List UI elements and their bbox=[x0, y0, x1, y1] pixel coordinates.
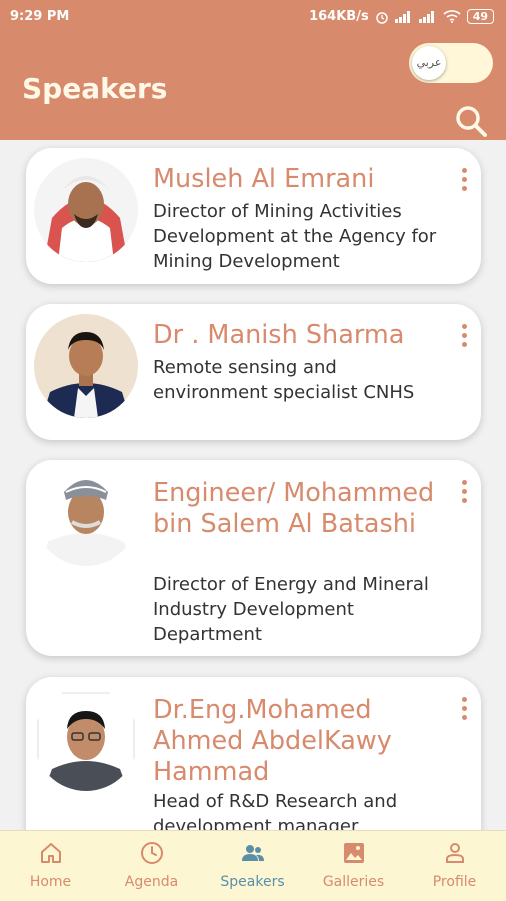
app-bar: Speakers عربي bbox=[0, 34, 506, 140]
speaker-description: Director of Mining Activities Developmen… bbox=[153, 201, 437, 272]
wifi-icon bbox=[443, 10, 461, 23]
bottom-navigation: Home Agenda Speakers Galleries Profile bbox=[0, 830, 506, 901]
page-title: Speakers bbox=[22, 72, 168, 105]
nav-speakers[interactable]: Speakers bbox=[202, 831, 303, 901]
nav-agenda[interactable]: Agenda bbox=[101, 831, 202, 901]
speaker-photo bbox=[34, 158, 138, 262]
language-toggle-knob: عربي bbox=[412, 46, 446, 80]
search-icon[interactable] bbox=[454, 104, 488, 138]
nav-home-label: Home bbox=[29, 874, 72, 890]
person-icon bbox=[445, 843, 464, 863]
people-icon bbox=[241, 845, 264, 861]
alarm-icon bbox=[375, 11, 388, 24]
nav-agenda-label: Agenda bbox=[124, 874, 179, 890]
speaker-description: Head of R&D Research and development man… bbox=[153, 791, 398, 830]
battery-indicator: 49 bbox=[466, 9, 494, 24]
speaker-card[interactable]: Dr.Eng.Mohamed Ahmed AbdelKawy Hammad He… bbox=[26, 677, 481, 830]
speaker-card[interactable]: Musleh Al Emrani Director of Mining Acti… bbox=[26, 148, 481, 284]
speaker-description: Remote sensing and environment specialis… bbox=[153, 357, 415, 403]
more-options-icon[interactable] bbox=[459, 324, 469, 350]
nav-galleries[interactable]: Galleries bbox=[303, 831, 404, 901]
speaker-name: Dr . Manish Sharma bbox=[153, 320, 405, 350]
status-time: 9:29 PM bbox=[10, 9, 70, 24]
speaker-name: Engineer/ Mohammed bin Salem Al Batashi bbox=[153, 478, 435, 539]
nav-profile-label: Profile bbox=[432, 874, 477, 890]
speaker-photo bbox=[34, 687, 138, 791]
speaker-card[interactable]: Dr . Manish Sharma Remote sensing and en… bbox=[26, 304, 481, 440]
status-icons: 164KB/s 49 bbox=[309, 9, 494, 24]
nav-home[interactable]: Home bbox=[0, 831, 101, 901]
speaker-name: Musleh Al Emrani bbox=[153, 164, 375, 194]
speaker-card[interactable]: Engineer/ Mohammed bin Salem Al Batashi … bbox=[26, 460, 481, 656]
more-options-icon[interactable] bbox=[459, 480, 469, 506]
image-icon bbox=[343, 843, 364, 863]
more-options-icon[interactable] bbox=[459, 168, 469, 194]
clock-icon bbox=[140, 842, 163, 864]
nav-speakers-label: Speakers bbox=[220, 874, 285, 890]
status-bar: 9:29 PM 164KB/s 49 bbox=[0, 0, 506, 34]
more-options-icon[interactable] bbox=[459, 697, 469, 723]
network-speed: 164KB/s bbox=[309, 9, 369, 24]
nav-galleries-label: Galleries bbox=[322, 874, 385, 890]
speakers-list[interactable]: Musleh Al Emrani Director of Mining Acti… bbox=[0, 140, 506, 830]
speaker-description: Director of Energy and Mineral Industry … bbox=[153, 574, 429, 645]
language-toggle[interactable]: عربي bbox=[409, 43, 493, 83]
speaker-name: Dr.Eng.Mohamed Ahmed AbdelKawy Hammad bbox=[153, 695, 392, 787]
signal-icon-2 bbox=[418, 10, 434, 23]
nav-profile[interactable]: Profile bbox=[404, 831, 505, 901]
speaker-photo bbox=[34, 314, 138, 418]
speaker-photo bbox=[34, 462, 138, 566]
home-icon bbox=[40, 843, 61, 863]
signal-icon bbox=[394, 10, 410, 23]
